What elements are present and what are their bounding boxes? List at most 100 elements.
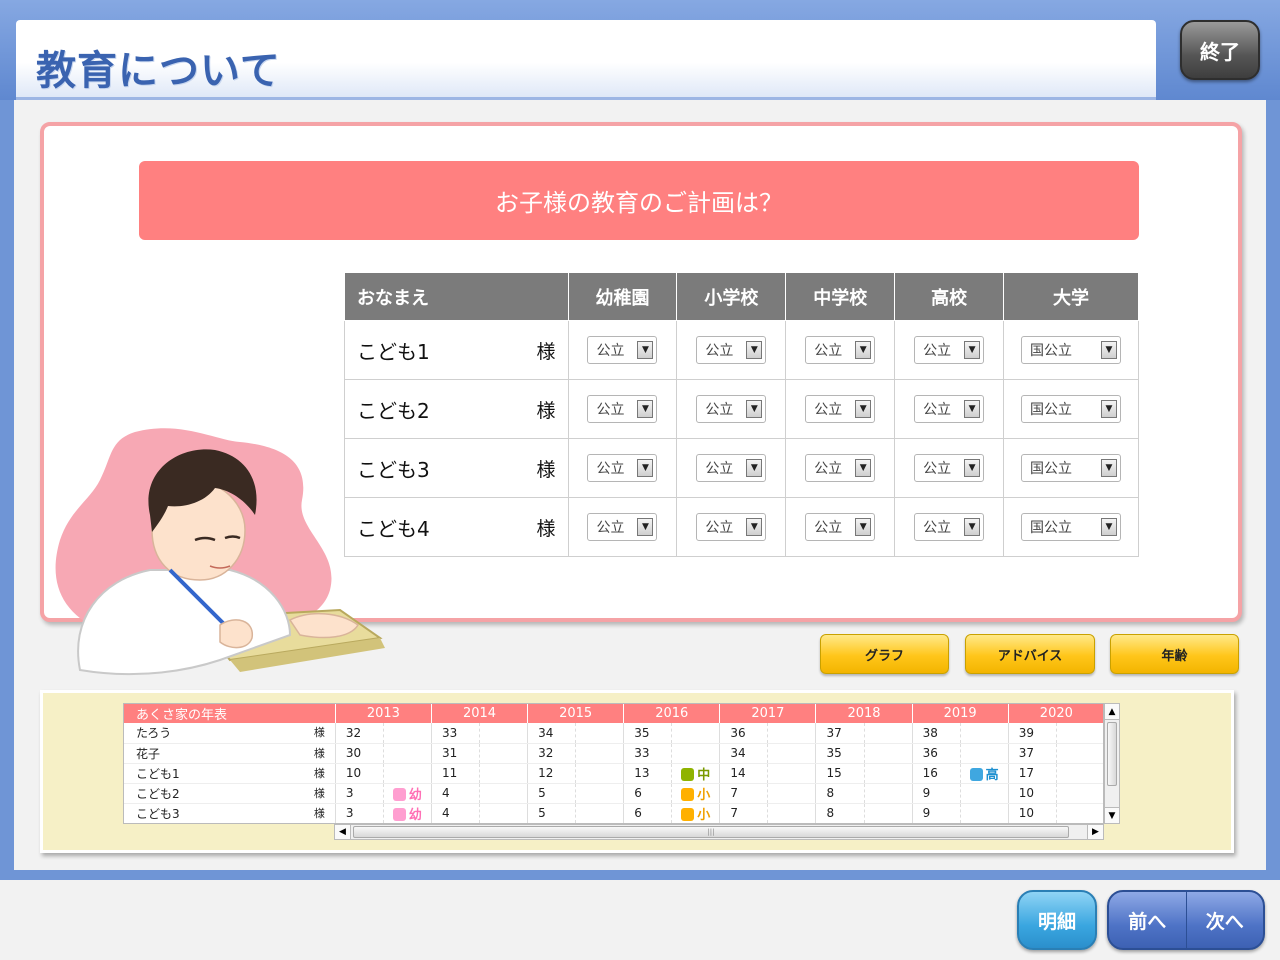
scroll-thumb[interactable] — [1107, 722, 1117, 786]
chevron-down-icon[interactable]: ▼ — [1101, 400, 1118, 418]
chevron-down-icon[interactable]: ▼ — [637, 459, 654, 477]
school-stage-label: 小 — [697, 787, 711, 803]
school-event-cell — [863, 783, 913, 804]
person-name: こども3 — [136, 806, 180, 821]
chevron-down-icon[interactable]: ▼ — [964, 459, 981, 477]
age-cell: 32 — [527, 743, 576, 764]
age-cell: 33 — [430, 723, 480, 744]
boy-studying-illustration — [55, 428, 385, 676]
school-event-cell — [1055, 723, 1103, 744]
column-header: 大学 — [1003, 272, 1139, 321]
advice-button[interactable]: アドバイス — [965, 634, 1095, 674]
scroll-down-icon[interactable]: ▼ — [1105, 807, 1119, 823]
select-value: 公立 — [705, 343, 734, 359]
chevron-down-icon[interactable]: ▼ — [964, 400, 981, 418]
select-value: 国公立 — [1030, 461, 1073, 477]
age-cell: 13 — [623, 763, 672, 784]
select-value: 公立 — [923, 461, 952, 477]
school-type-select[interactable]: 国公立 ▼ — [1021, 336, 1122, 364]
graph-button[interactable]: グラフ — [820, 634, 949, 674]
school-type-select[interactable]: 国公立 ▼ — [1021, 513, 1122, 541]
chevron-down-icon[interactable]: ▼ — [637, 341, 654, 359]
column-header: 幼稚園 — [567, 272, 678, 321]
timeline-horizontal-scrollbar[interactable]: ◀ ||| ▶ — [334, 824, 1104, 840]
school-type-cell: 公立 ▼ — [894, 497, 1005, 557]
school-type-select[interactable]: 公立 ▼ — [696, 336, 767, 364]
school-stage-label: 小 — [697, 807, 711, 823]
school-stage-label: 幼 — [408, 807, 422, 823]
school-type-cell: 公立 ▼ — [785, 438, 896, 498]
end-button[interactable]: 終了 — [1180, 20, 1260, 80]
school-type-select[interactable]: 公立 ▼ — [696, 454, 767, 482]
school-event-cell — [478, 783, 528, 804]
school-type-select[interactable]: 公立 ▼ — [696, 395, 767, 423]
school-event-cell: 小 — [671, 803, 720, 823]
school-type-select[interactable]: 公立 ▼ — [914, 454, 985, 482]
school-type-select[interactable]: 公立 ▼ — [587, 513, 658, 541]
chevron-down-icon[interactable]: ▼ — [964, 341, 981, 359]
timeline-person: 花子 様 — [124, 743, 336, 764]
scroll-up-icon[interactable]: ▲ — [1105, 704, 1119, 720]
school-event-cell — [959, 803, 1009, 823]
family-timeline-table: あくさ家の年表 2013 2014 2015 2016 2017 2018 2019 2020… — [124, 704, 1103, 823]
school-event-cell — [767, 803, 816, 823]
chevron-down-icon[interactable]: ▼ — [637, 400, 654, 418]
next-button[interactable]: 次へ — [1185, 892, 1264, 948]
school-type-select[interactable]: 公立 ▼ — [587, 336, 658, 364]
school-type-select[interactable]: 公立 ▼ — [805, 336, 876, 364]
name-suffix: 様 — [536, 458, 556, 481]
chevron-down-icon[interactable]: ▼ — [855, 341, 872, 359]
school-type-cell: 公立 ▼ — [567, 379, 678, 439]
school-type-select[interactable]: 国公立 ▼ — [1021, 454, 1122, 482]
age-cell: 35 — [815, 743, 864, 764]
school-type-select[interactable]: 公立 ▼ — [805, 395, 876, 423]
school-event-cell — [767, 763, 816, 784]
school-stage-icon — [681, 767, 695, 781]
school-type-select[interactable]: 公立 ▼ — [914, 395, 985, 423]
age-button[interactable]: 年齢 — [1110, 634, 1239, 674]
chevron-down-icon[interactable]: ▼ — [746, 459, 763, 477]
chevron-down-icon[interactable]: ▼ — [1101, 341, 1118, 359]
prev-button[interactable]: 前へ — [1109, 892, 1186, 948]
school-type-select[interactable]: 公立 ▼ — [587, 454, 658, 482]
school-event-cell: 幼 — [382, 803, 432, 823]
chevron-down-icon[interactable]: ▼ — [1101, 518, 1118, 536]
age-cell: 3 — [334, 783, 384, 804]
school-type-cell: 公立 ▼ — [785, 497, 896, 557]
chevron-down-icon[interactable]: ▼ — [855, 459, 872, 477]
age-cell: 6 — [623, 783, 672, 804]
scroll-right-icon[interactable]: ▶ — [1087, 825, 1103, 839]
scroll-thumb[interactable]: ||| — [353, 826, 1069, 838]
age-cell: 37 — [815, 723, 864, 744]
school-type-select[interactable]: 公立 ▼ — [696, 513, 767, 541]
age-cell: 11 — [430, 763, 480, 784]
year-header: 2018 — [815, 704, 913, 723]
school-type-select[interactable]: 公立 ▼ — [805, 454, 876, 482]
school-type-select[interactable]: 公立 ▼ — [914, 336, 985, 364]
chevron-down-icon[interactable]: ▼ — [746, 518, 763, 536]
chevron-down-icon[interactable]: ▼ — [746, 341, 763, 359]
school-type-select[interactable]: 公立 ▼ — [914, 513, 985, 541]
school-event-cell — [575, 763, 624, 784]
chevron-down-icon[interactable]: ▼ — [1101, 459, 1118, 477]
chevron-down-icon[interactable]: ▼ — [964, 518, 981, 536]
school-type-select[interactable]: 国公立 ▼ — [1021, 395, 1122, 423]
chevron-down-icon[interactable]: ▼ — [855, 400, 872, 418]
year-header: 2017 — [719, 704, 817, 723]
chevron-down-icon[interactable]: ▼ — [746, 400, 763, 418]
school-event-cell — [382, 763, 432, 784]
school-event-cell: 高 — [959, 763, 1009, 784]
chevron-down-icon[interactable]: ▼ — [637, 518, 654, 536]
scroll-left-icon[interactable]: ◀ — [335, 825, 351, 839]
age-cell: 9 — [911, 783, 961, 804]
school-type-cell: 公立 ▼ — [676, 320, 787, 380]
timeline-row: こども1 様 10 11 12 13 中 14 15 16 高 17 — [124, 763, 1103, 784]
age-cell: 34 — [719, 743, 768, 764]
school-event-cell — [478, 763, 528, 784]
detail-button[interactable]: 明細 — [1017, 890, 1097, 950]
age-cell: 7 — [719, 783, 768, 804]
school-type-select[interactable]: 公立 ▼ — [805, 513, 876, 541]
timeline-vertical-scrollbar[interactable]: ▲ ▼ — [1104, 703, 1120, 824]
chevron-down-icon[interactable]: ▼ — [855, 518, 872, 536]
school-type-select[interactable]: 公立 ▼ — [587, 395, 658, 423]
